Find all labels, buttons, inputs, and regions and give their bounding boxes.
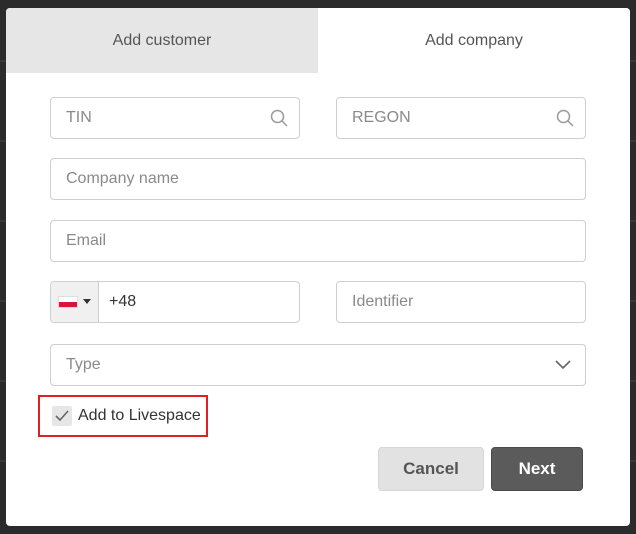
- add-company-modal: Add customer Add company TIN REGON Compa…: [6, 8, 630, 526]
- tin-field[interactable]: TIN: [50, 97, 300, 139]
- tin-placeholder: TIN: [66, 109, 92, 126]
- type-select[interactable]: Type: [50, 344, 586, 386]
- poland-flag-icon: [58, 296, 78, 308]
- type-placeholder: Type: [66, 356, 101, 373]
- tab-add-company[interactable]: Add company: [318, 8, 630, 73]
- search-icon[interactable]: [259, 109, 299, 127]
- phone-field[interactable]: +48: [50, 281, 300, 323]
- cancel-button[interactable]: Cancel: [378, 447, 484, 491]
- email-field[interactable]: Email: [50, 220, 586, 262]
- caret-down-icon: [83, 299, 91, 304]
- company-name-placeholder: Company name: [66, 170, 179, 187]
- chevron-down-icon: [541, 360, 585, 370]
- next-button[interactable]: Next: [491, 447, 583, 491]
- country-code-selector[interactable]: [51, 282, 99, 322]
- add-to-livespace-label: Add to Livespace: [78, 407, 201, 424]
- phone-value: +48: [109, 293, 137, 310]
- add-to-livespace-row[interactable]: Add to Livespace: [38, 395, 208, 437]
- regon-field[interactable]: REGON: [336, 97, 586, 139]
- email-placeholder: Email: [66, 232, 107, 249]
- identifier-placeholder: Identifier: [352, 293, 414, 310]
- company-name-field[interactable]: Company name: [50, 158, 586, 200]
- check-icon: [55, 410, 69, 422]
- tab-bar: Add customer Add company: [6, 8, 630, 73]
- search-icon[interactable]: [545, 109, 585, 127]
- tab-add-customer[interactable]: Add customer: [6, 8, 318, 73]
- regon-placeholder: REGON: [352, 109, 411, 126]
- add-to-livespace-checkbox[interactable]: [52, 406, 72, 426]
- identifier-field[interactable]: Identifier: [336, 281, 586, 323]
